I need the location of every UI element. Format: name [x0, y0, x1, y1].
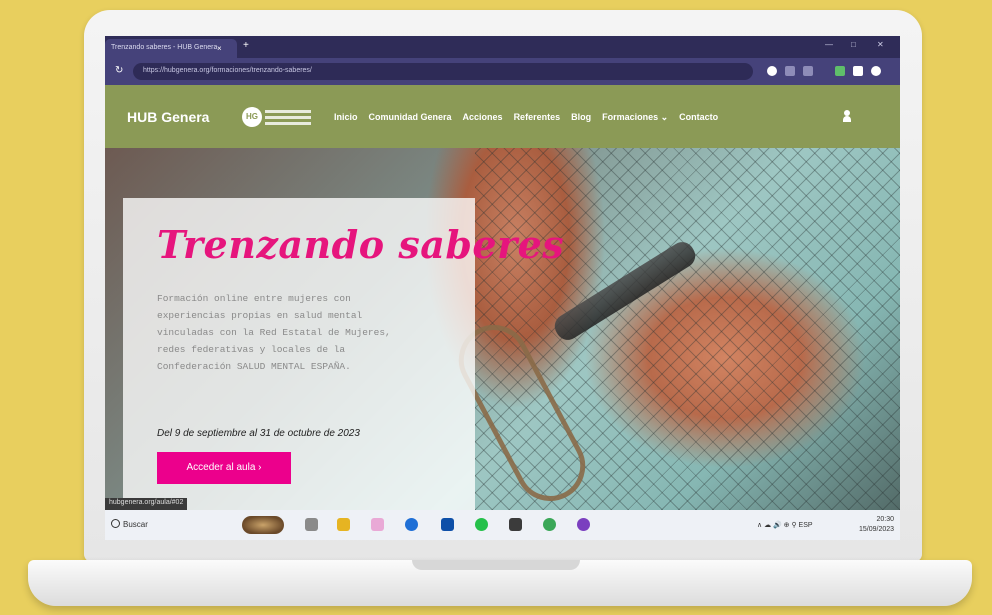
site-brand[interactable]: HUB Genera: [127, 109, 209, 125]
hero-description: Formación online entre mujeres con exper…: [157, 293, 391, 372]
access-classroom-button[interactable]: Acceder al aula ›: [157, 452, 291, 484]
hero-title: Trenzando saberes: [157, 222, 565, 267]
system-tray[interactable]: ∧ ☁ 🔊 ⊕ ⚲ ESP: [757, 521, 813, 529]
search-icon[interactable]: [111, 519, 120, 528]
clock-time: 20:30: [876, 516, 895, 523]
chrome-icon[interactable]: [543, 518, 556, 531]
nav-item-formaciones[interactable]: Formaciones ⌄: [602, 112, 668, 123]
browser-tab-title: Trenzando saberes - HUB Genera: [111, 44, 218, 51]
partner-logo: [265, 110, 311, 128]
url-text: https://hubgenera.org/formaciones/trenza…: [143, 67, 312, 74]
nav-item-contacto[interactable]: Contacto: [679, 112, 718, 123]
app-icon[interactable]: [577, 518, 590, 531]
whatsapp-icon[interactable]: [475, 518, 488, 531]
user-account-icon[interactable]: [843, 110, 851, 122]
brand-logo: HG: [242, 107, 262, 127]
taskbar-search[interactable]: Buscar: [123, 520, 148, 529]
close-window-button[interactable]: ✕: [877, 40, 884, 49]
clock-date: 15/09/2023: [859, 526, 895, 533]
laptop-notch: [412, 560, 580, 570]
maximize-window-button[interactable]: □: [851, 40, 856, 49]
nav-item-blog[interactable]: Blog: [571, 112, 591, 123]
browser-tab[interactable]: Trenzando saberes - HUB Genera ×: [105, 39, 237, 58]
url-field[interactable]: https://hubgenera.org/formaciones/trenza…: [133, 63, 753, 80]
main-nav: Inicio Comunidad Genera Acciones Referen…: [334, 112, 718, 123]
app-icon[interactable]: [509, 518, 522, 531]
edge-browser-icon[interactable]: [405, 518, 418, 531]
file-explorer-icon[interactable]: [337, 518, 350, 531]
browser-address-bar: ↻ https://hubgenera.org/formaciones/tren…: [105, 58, 900, 85]
browser-tab-bar: Trenzando saberes - HUB Genera × + — □ ✕: [105, 36, 900, 58]
nav-item-comunidad-genera[interactable]: Comunidad Genera: [369, 112, 452, 123]
hero-banner: Trenzando saberes Formación online entre…: [105, 148, 900, 510]
weather-widget-icon[interactable]: [242, 516, 284, 534]
laptop-screen: Trenzando saberes - HUB Genera × + — □ ✕…: [105, 36, 900, 540]
taskbar-clock[interactable]: 20:30 15/09/2023: [859, 515, 894, 535]
nav-item-acciones[interactable]: Acciones: [463, 112, 503, 123]
extension-icon[interactable]: [767, 66, 777, 76]
minimize-window-button[interactable]: —: [825, 40, 833, 49]
close-tab-icon[interactable]: ×: [217, 44, 222, 53]
outlook-icon[interactable]: [441, 518, 454, 531]
nav-item-referentes[interactable]: Referentes: [514, 112, 561, 123]
profile-icon[interactable]: [871, 66, 881, 76]
link-status-tooltip: hubgenera.org/aula/#02: [105, 498, 188, 510]
nav-item-inicio[interactable]: Inicio: [334, 112, 358, 123]
os-taskbar: Buscar ∧ ☁ 🔊 ⊕ ⚲ ESP 20:30 15/09/2023: [105, 510, 900, 540]
extension-icon[interactable]: [835, 66, 845, 76]
reload-icon[interactable]: ↻: [115, 65, 123, 76]
hero-card: Trenzando saberes Formación online entre…: [123, 198, 564, 510]
bookmark-icon[interactable]: [803, 66, 813, 76]
task-view-icon[interactable]: [305, 518, 318, 531]
extensions-puzzle-icon[interactable]: [853, 66, 863, 76]
extension-icon[interactable]: [785, 66, 795, 76]
site-header: HUB Genera HG Inicio Comunidad Genera Ac…: [105, 85, 900, 148]
app-icon[interactable]: [371, 518, 384, 531]
new-tab-button[interactable]: +: [243, 40, 249, 51]
hero-dates: Del 9 de septiembre al 31 de octubre de …: [157, 428, 360, 439]
